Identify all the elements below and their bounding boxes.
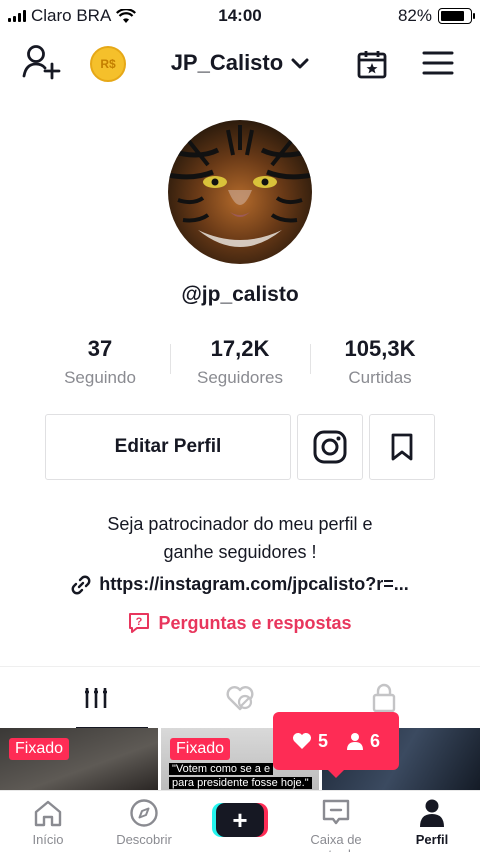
profile-header: R$ JP_Calisto — [0, 38, 480, 88]
hidden-heart-icon — [226, 686, 254, 711]
battery-group: 82% — [397, 6, 475, 26]
nav-inbox[interactable]: Caixa de entrada — [288, 797, 384, 852]
home-icon — [34, 800, 62, 827]
lock-icon — [372, 683, 396, 713]
profile-stats: 37 Seguindo 17,2K Seguidores 105,3K Curt… — [30, 336, 450, 388]
pinned-badge: Fixado — [170, 738, 231, 760]
nav-label: Perfil — [415, 832, 449, 847]
battery-icon — [438, 8, 475, 24]
pinned-badge: Fixado — [9, 738, 70, 760]
stat-following[interactable]: 37 Seguindo — [30, 336, 170, 388]
battery-percent: 82% — [397, 6, 432, 25]
stat-label: Seguidores — [196, 368, 283, 387]
instagram-button[interactable] — [297, 414, 363, 480]
bio-line: ganhe seguidores ! — [163, 542, 317, 562]
compass-icon — [130, 799, 158, 827]
bottom-nav: Início Descobrir + Caixa de entrada — [0, 790, 480, 852]
create-video-button[interactable]: + — [212, 803, 268, 837]
nav-label: Descobrir — [116, 832, 172, 847]
nav-label: Início — [32, 832, 64, 847]
instagram-icon — [313, 430, 347, 464]
stat-label: Curtidas — [348, 368, 412, 387]
avatar[interactable] — [168, 120, 312, 264]
stat-value: 17,2K — [210, 336, 270, 361]
svg-text:?: ? — [136, 616, 143, 628]
chevron-down-icon — [291, 58, 309, 69]
stat-label: Seguindo — [64, 368, 136, 387]
qa-label: Perguntas e respostas — [158, 612, 352, 633]
menu-button[interactable] — [422, 50, 454, 81]
tiger-avatar-image — [168, 125, 312, 247]
tab-videos[interactable] — [16, 667, 176, 729]
profile-bio: Seja patrocinador do meu perfil e ganhe … — [0, 510, 480, 566]
person-icon — [347, 733, 363, 750]
profile-link[interactable]: https://instagram.com/jpcalisto?r=... — [0, 574, 480, 595]
stat-value: 37 — [87, 336, 113, 361]
nav-discover[interactable]: Descobrir — [96, 797, 192, 847]
activity-notification[interactable]: 5 6 — [273, 712, 399, 778]
grid-icon — [85, 688, 107, 708]
status-bar: Claro BRA 14:00 82% — [0, 0, 480, 32]
caption-line: para presidente fosse hoje." — [169, 777, 312, 789]
video-grid: Fixado Fixado "Votem como se a e para pr… — [0, 728, 480, 790]
stat-value: 105,3K — [344, 336, 416, 361]
nav-label: Caixa de entrada — [310, 832, 362, 852]
bio-line: Seja patrocinador do meu perfil e — [107, 514, 373, 534]
link-icon — [71, 575, 91, 594]
hamburger-icon — [422, 51, 454, 75]
calendar-star-icon — [357, 51, 387, 79]
favorites-button[interactable] — [369, 414, 435, 480]
profile-handle: @jp_calisto — [181, 283, 299, 306]
profile-tabs — [0, 666, 480, 729]
nav-profile[interactable]: Perfil — [384, 797, 480, 847]
stat-followers[interactable]: 17,2K Seguidores — [170, 336, 310, 388]
followers-value: 6 — [370, 730, 381, 751]
nav-home[interactable]: Início — [0, 797, 96, 847]
link-text: https://instagram.com/jpcalisto?r=... — [99, 574, 409, 594]
caption-line: "Votem como se a e — [169, 763, 274, 775]
calendar-button[interactable] — [356, 48, 388, 85]
question-bubble-icon: ? — [129, 613, 150, 633]
profile-icon — [420, 799, 444, 827]
likes-value: 5 — [317, 730, 328, 751]
bookmark-icon — [391, 433, 413, 461]
header-username: JP_Calisto — [170, 50, 284, 75]
qa-link[interactable]: ? Perguntas e respostas — [0, 612, 480, 634]
stat-likes[interactable]: 105,3K Curtidas — [310, 336, 450, 388]
likes-count: 5 — [292, 731, 328, 752]
inbox-icon — [322, 799, 350, 825]
account-switcher[interactable]: JP_Calisto — [0, 50, 480, 76]
heart-icon — [292, 733, 311, 749]
edit-profile-button[interactable]: Editar Perfil — [45, 414, 291, 480]
followers-count: 6 — [346, 731, 380, 752]
plus-icon: + — [216, 803, 264, 837]
video-thumbnail[interactable]: Fixado — [0, 728, 158, 790]
